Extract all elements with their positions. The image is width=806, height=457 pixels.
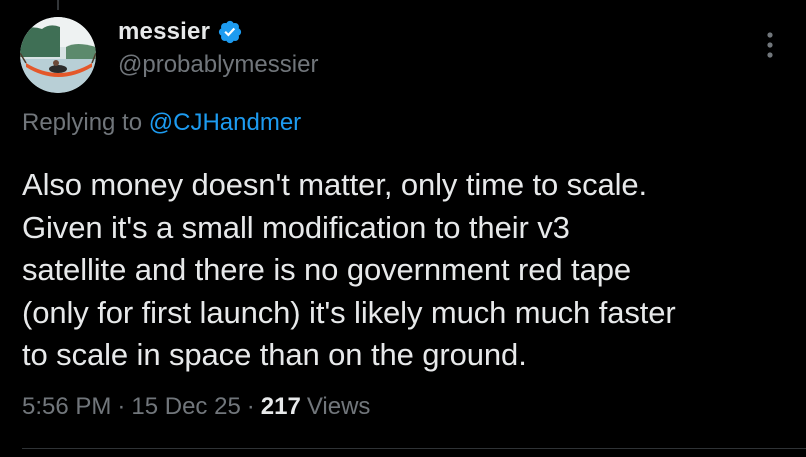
tweet-text: Also money doesn't matter, only time to … <box>22 167 676 372</box>
tweet-detail: messier @probablymessier Replying to @CJ… <box>0 0 806 457</box>
verified-badge-icon <box>219 20 242 44</box>
divider <box>22 448 806 449</box>
author-display-name[interactable]: messier <box>118 18 210 46</box>
thread-connector-line <box>57 0 59 10</box>
replying-to-prefix: Replying to <box>22 109 149 136</box>
views-count[interactable]: 217 <box>261 393 301 421</box>
meta-separator: · <box>117 393 126 420</box>
reply-mention-link[interactable]: @CJHandmer <box>149 109 301 136</box>
views-label[interactable]: Views <box>307 393 371 421</box>
more-options-icon[interactable] <box>758 27 782 63</box>
tweet-time[interactable]: 5:56 PM <box>22 393 111 421</box>
replying-to-line: Replying to @CJHandmer <box>22 109 301 137</box>
avatar[interactable] <box>20 17 96 93</box>
tweet-date[interactable]: 15 Dec 25 <box>131 393 240 421</box>
meta-separator: · <box>246 393 255 420</box>
author-handle[interactable]: @probablymessier <box>118 51 318 79</box>
author-name-row: messier <box>118 16 243 48</box>
tweet-meta: 5:56 PM · 15 Dec 25 · 217 Views <box>22 393 370 421</box>
